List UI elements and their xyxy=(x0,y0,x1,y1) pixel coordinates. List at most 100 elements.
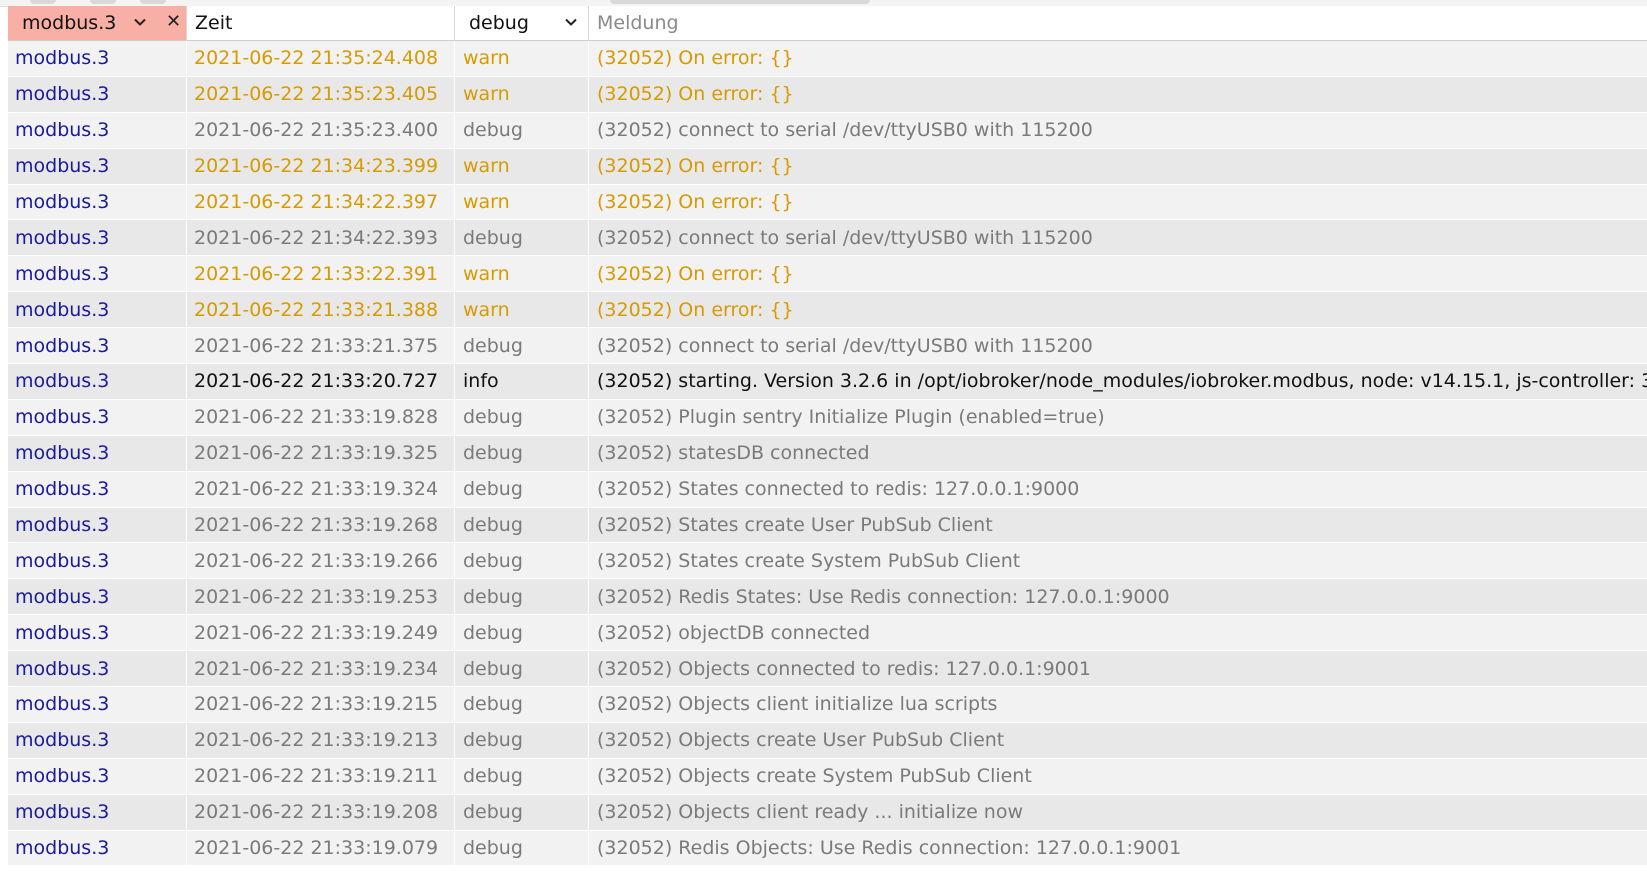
table-row[interactable]: modbus.3 2021-06-22 21:33:19.211 debug (320… xyxy=(8,758,1647,795)
log-source: modbus.3 xyxy=(8,76,187,112)
toolbar-field-edge[interactable] xyxy=(610,0,870,4)
log-level: warn xyxy=(455,184,589,220)
log-level: debug xyxy=(455,722,589,758)
log-time: 2021-06-22 21:33:19.253 xyxy=(187,579,455,615)
table-row[interactable]: modbus.3 2021-06-22 21:35:23.405 warn (3205… xyxy=(8,76,1647,113)
level-filter-select[interactable]: debug xyxy=(455,6,589,40)
table-row[interactable]: modbus.3 2021-06-22 21:34:22.397 warn (3205… xyxy=(8,184,1647,221)
log-level: debug xyxy=(455,830,589,866)
log-time: 2021-06-22 21:33:19.211 xyxy=(187,758,455,794)
log-time: 2021-06-22 21:33:22.391 xyxy=(187,256,455,292)
log-message: (32052) objectDB connected xyxy=(597,621,871,644)
log-source: modbus.3 xyxy=(8,830,187,866)
log-time: 2021-06-22 21:33:19.208 xyxy=(187,794,455,830)
log-time: 2021-06-22 21:35:24.408 xyxy=(187,41,455,76)
log-time: 2021-06-22 21:34:23.399 xyxy=(187,148,455,184)
table-row[interactable]: modbus.3 2021-06-22 21:35:24.408 warn (3205… xyxy=(8,41,1647,77)
log-time: 2021-06-22 21:33:19.079 xyxy=(187,830,455,866)
log-level: debug xyxy=(455,435,589,471)
log-message: (32052) Objects create System PubSub Cli… xyxy=(597,765,1032,788)
table-row[interactable]: modbus.3 2021-06-22 21:33:19.234 debug (320… xyxy=(8,651,1647,688)
log-message: (32052) On error: {} xyxy=(597,155,794,178)
level-filter-value: debug xyxy=(469,12,529,34)
log-message: (32052) Redis Objects: Use Redis connect… xyxy=(597,837,1182,860)
log-time: 2021-06-22 21:33:19.268 xyxy=(187,507,455,543)
log-level: warn xyxy=(455,256,589,292)
log-message: (32052) connect to serial /dev/ttyUSB0 w… xyxy=(597,226,1093,249)
chevron-down-icon[interactable] xyxy=(132,14,148,30)
table-row[interactable]: modbus.3 2021-06-22 21:33:19.215 debug (320… xyxy=(8,687,1647,723)
log-time: 2021-06-22 21:33:19.249 xyxy=(187,615,455,651)
message-filter-placeholder: Meldung xyxy=(597,12,679,34)
log-level: debug xyxy=(455,651,589,687)
table-row[interactable]: modbus.3 2021-06-22 21:33:20.727 info (3205… xyxy=(8,364,1647,400)
table-row[interactable]: modbus.3 2021-06-22 21:33:19.208 debug (320… xyxy=(8,794,1647,831)
log-level: debug xyxy=(455,507,589,543)
log-message: (32052) Redis States: Use Redis connecti… xyxy=(597,585,1170,608)
log-message: (32052) connect to serial /dev/ttyUSB0 w… xyxy=(597,334,1093,357)
log-message: (32052) starting. Version 3.2.6 in /opt/… xyxy=(597,370,1647,393)
table-row[interactable]: modbus.3 2021-06-22 21:35:23.400 debug (320… xyxy=(8,112,1647,149)
log-message: (32052) On error: {} xyxy=(597,83,794,106)
table-row[interactable]: modbus.3 2021-06-22 21:34:23.399 warn (3205… xyxy=(8,148,1647,185)
log-source: modbus.3 xyxy=(8,112,187,148)
log-level: debug xyxy=(455,399,589,435)
toolbar-button-edge[interactable] xyxy=(30,0,56,4)
source-filter-select[interactable]: modbus.3 ✕ xyxy=(8,6,187,40)
toolbar-button-edge[interactable] xyxy=(90,0,116,4)
log-time: 2021-06-22 21:34:22.393 xyxy=(187,220,455,256)
log-source: modbus.3 xyxy=(8,256,187,292)
log-source: modbus.3 xyxy=(8,220,187,256)
table-row[interactable]: modbus.3 2021-06-22 21:33:19.249 debug (320… xyxy=(8,615,1647,652)
log-level: debug xyxy=(455,471,589,507)
log-source: modbus.3 xyxy=(8,328,187,364)
log-time: 2021-06-22 21:33:19.828 xyxy=(187,399,455,435)
log-message: (32052) Objects connected to redis: 127.… xyxy=(597,657,1091,680)
message-filter-input[interactable]: Meldung xyxy=(589,6,1647,40)
log-source: modbus.3 xyxy=(8,794,187,830)
log-rows: modbus.3 2021-06-22 21:35:24.408 warn (3205… xyxy=(8,41,1647,867)
log-source: modbus.3 xyxy=(8,579,187,615)
log-message: (32052) Objects client initialize lua sc… xyxy=(597,693,998,716)
table-row[interactable]: modbus.3 2021-06-22 21:33:19.266 debug (320… xyxy=(8,543,1647,580)
table-row[interactable]: modbus.3 2021-06-22 21:33:19.213 debug (320… xyxy=(8,722,1647,759)
table-row[interactable]: modbus.3 2021-06-22 21:34:22.393 debug (320… xyxy=(8,220,1647,257)
table-row[interactable]: modbus.3 2021-06-22 21:33:19.253 debug (320… xyxy=(8,579,1647,616)
table-row[interactable]: modbus.3 2021-06-22 21:33:19.325 debug (320… xyxy=(8,435,1647,472)
log-source: modbus.3 xyxy=(8,184,187,220)
log-time: 2021-06-22 21:33:19.215 xyxy=(187,687,455,722)
table-row[interactable]: modbus.3 2021-06-22 21:33:19.324 debug (320… xyxy=(8,471,1647,508)
toolbar-button-edge[interactable] xyxy=(140,0,166,4)
table-row[interactable]: modbus.3 2021-06-22 21:33:19.268 debug (320… xyxy=(8,507,1647,544)
chevron-down-icon[interactable] xyxy=(563,14,579,30)
log-time: 2021-06-22 21:33:19.234 xyxy=(187,651,455,687)
log-message: (32052) States connected to redis: 127.0… xyxy=(597,478,1080,501)
table-row[interactable]: modbus.3 2021-06-22 21:33:21.388 warn (3205… xyxy=(8,292,1647,329)
log-source: modbus.3 xyxy=(8,148,187,184)
log-source: modbus.3 xyxy=(8,292,187,328)
table-row[interactable]: modbus.3 2021-06-22 21:33:22.391 warn (3205… xyxy=(8,256,1647,293)
time-column-header: Zeit xyxy=(187,6,455,40)
log-message: (32052) States create System PubSub Clie… xyxy=(597,549,1021,572)
close-icon[interactable]: ✕ xyxy=(166,10,181,34)
table-row[interactable]: modbus.3 2021-06-22 21:33:21.375 debug (320… xyxy=(8,328,1647,365)
log-source: modbus.3 xyxy=(8,435,187,471)
log-level: debug xyxy=(455,543,589,579)
log-message: (32052) Objects create User PubSub Clien… xyxy=(597,729,1005,752)
log-source: modbus.3 xyxy=(8,41,187,76)
log-source: modbus.3 xyxy=(8,758,187,794)
log-message: (32052) statesDB connected xyxy=(597,442,870,465)
log-time: 2021-06-22 21:33:20.727 xyxy=(187,364,455,399)
log-source: modbus.3 xyxy=(8,722,187,758)
log-level: warn xyxy=(455,41,589,76)
log-time: 2021-06-22 21:35:23.405 xyxy=(187,76,455,112)
table-row[interactable]: modbus.3 2021-06-22 21:33:19.079 debug (320… xyxy=(8,830,1647,867)
source-filter-value: modbus.3 xyxy=(22,12,117,34)
table-row[interactable]: modbus.3 2021-06-22 21:33:19.828 debug (320… xyxy=(8,399,1647,436)
log-time: 2021-06-22 21:33:21.388 xyxy=(187,292,455,328)
log-source: modbus.3 xyxy=(8,543,187,579)
log-message: (32052) States create User PubSub Client xyxy=(597,514,993,537)
log-level: debug xyxy=(455,220,589,256)
log-message: (32052) On error: {} xyxy=(597,191,794,213)
log-source: modbus.3 xyxy=(8,651,187,687)
